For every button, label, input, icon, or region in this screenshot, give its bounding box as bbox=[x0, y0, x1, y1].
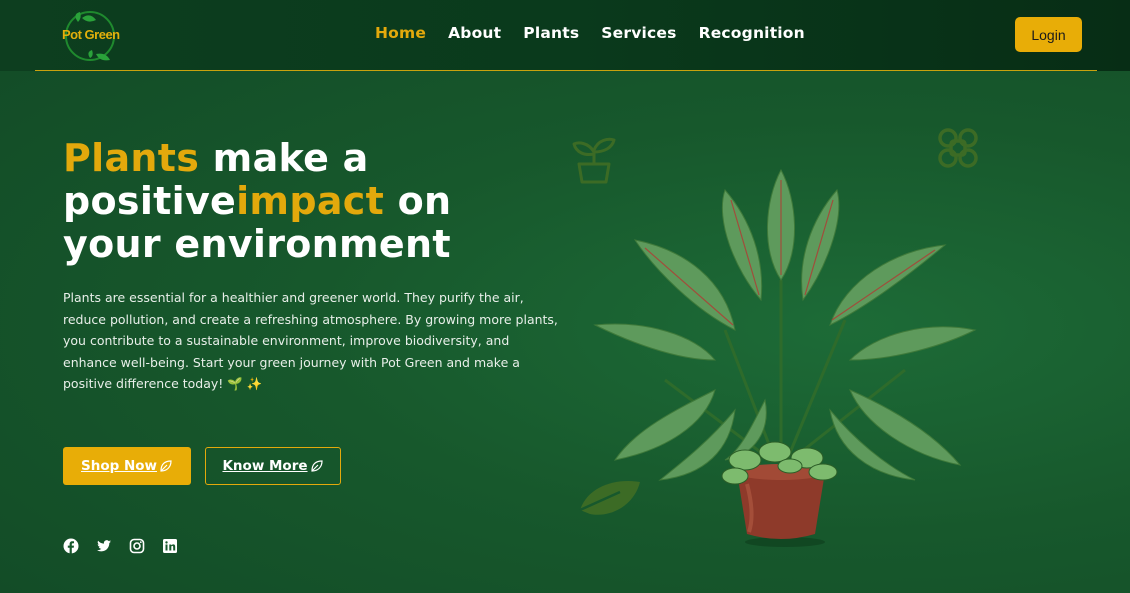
shop-now-button[interactable]: Shop Now bbox=[63, 447, 191, 485]
hero-title-accent-2: impact bbox=[236, 179, 385, 223]
instagram-icon[interactable] bbox=[129, 538, 145, 554]
twitter-icon[interactable] bbox=[96, 538, 112, 554]
nav-services[interactable]: Services bbox=[601, 24, 676, 42]
potted-plant-image bbox=[593, 168, 977, 547]
social-links bbox=[63, 538, 178, 554]
header-divider bbox=[35, 70, 1097, 71]
main-nav: Home About Plants Services Recognition bbox=[375, 24, 827, 42]
hero-title-accent-1: Plants bbox=[63, 136, 200, 180]
hero-description: Plants are essential for a healthier and… bbox=[63, 290, 558, 391]
know-more-label: Know More bbox=[222, 458, 308, 474]
hero-title: Plants make a positiveimpact on your env… bbox=[63, 137, 543, 266]
shop-now-label: Shop Now bbox=[80, 458, 158, 474]
linkedin-icon[interactable] bbox=[162, 538, 178, 554]
nav-plants[interactable]: Plants bbox=[523, 24, 579, 42]
nav-recognition[interactable]: Recognition bbox=[699, 24, 805, 42]
know-more-button[interactable]: Know More bbox=[205, 447, 341, 485]
site-header: Pot Green Home About Plants Services Rec… bbox=[0, 0, 1130, 71]
nav-about[interactable]: About bbox=[448, 24, 501, 42]
brand-logo-text: Pot Green bbox=[62, 27, 120, 42]
leaf-icon bbox=[310, 460, 323, 472]
leaf-icon bbox=[160, 460, 172, 472]
login-button[interactable]: Login bbox=[1015, 17, 1082, 52]
facebook-icon[interactable] bbox=[63, 538, 79, 554]
nav-home[interactable]: Home bbox=[375, 24, 426, 42]
